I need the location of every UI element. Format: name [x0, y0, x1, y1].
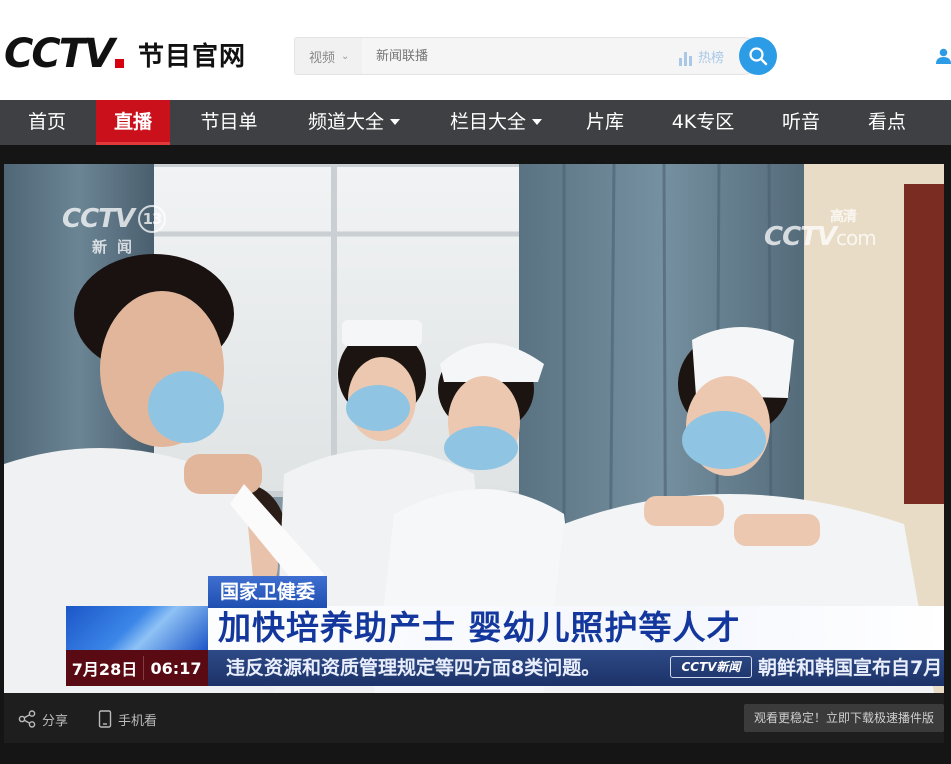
nav-item-library[interactable]: 片库 [574, 100, 636, 145]
logo-text: CCTV [4, 31, 115, 77]
site-header: CCTV 节目官网 视频 ⌄ 热榜 [0, 0, 951, 100]
ticker-text: 违反资源和资质管理规定等四方面8类问题。 [226, 657, 601, 679]
caption-organization: 国家卫健委 [208, 576, 328, 608]
search-category-select[interactable]: 视频 ⌄ [294, 37, 362, 75]
nav-item-schedule[interactable]: 节目单 [186, 100, 272, 145]
search-bar: 视频 ⌄ 热榜 [294, 37, 777, 75]
main-nav: 首页 直播 节目单 频道大全 栏目大全 片库 4K专区 听音 看点 [0, 100, 951, 145]
phone-icon [98, 710, 112, 728]
hot-list-link[interactable]: 热榜 [679, 47, 724, 66]
nav-item-highlights[interactable]: 看点 [856, 100, 918, 145]
caption-decoration [66, 606, 208, 650]
ticker-logo: CCTV新闻 [670, 656, 752, 678]
ticker-datetime: 7月28日 06:17 [66, 650, 208, 686]
ticker-time: 06:17 [150, 658, 202, 678]
nav-item-columns[interactable]: 栏目大全 [434, 100, 558, 145]
chevron-down-icon: ⌄ [341, 50, 350, 62]
nav-item-home[interactable]: 首页 [0, 100, 94, 145]
channel-watermark: CCTV 13 新闻 [62, 204, 167, 257]
user-icon[interactable] [936, 48, 951, 64]
player-bottom-bar: 分享 手机看 观看更稳定！立即下载极速播件版 [4, 693, 944, 743]
mobile-watch-label: 手机看 [118, 713, 158, 729]
search-icon [749, 47, 768, 66]
nav-item-audio[interactable]: 听音 [770, 100, 832, 145]
logo-subtitle: 节目官网 [137, 41, 246, 72]
dropdown-caret-icon [390, 118, 400, 125]
hot-list-label: 热榜 [698, 51, 725, 66]
nav-item-4k[interactable]: 4K专区 [660, 100, 746, 145]
cctv-logo[interactable]: CCTV 节目官网 [4, 31, 246, 77]
nav-item-channels[interactable]: 频道大全 [292, 100, 416, 145]
nav-item-live[interactable]: 直播 [96, 100, 170, 145]
download-client-promo[interactable]: 观看更稳定！立即下载极速播件版 [744, 704, 944, 732]
share-button[interactable]: 分享 [18, 709, 68, 729]
bar-chart-icon [679, 50, 692, 66]
share-label: 分享 [42, 713, 69, 729]
search-button[interactable] [739, 37, 777, 75]
ticker-date: 7月28日 [66, 656, 144, 680]
video-player[interactable]: CCTV 13 新闻 CCTVcom 高清 国家卫健委 加快培养助产士 婴幼儿照护… [4, 164, 944, 693]
caption-headline: 加快培养助产士 婴幼儿照护等人才 [218, 608, 741, 647]
share-icon [18, 710, 36, 728]
mobile-watch-button[interactable]: 手机看 [98, 709, 157, 729]
ticker-text-next: 朝鲜和韩国宣布自7月 [758, 657, 943, 679]
logo-red-dot [114, 58, 124, 68]
dropdown-caret-icon [532, 118, 542, 125]
cctv-com-watermark: CCTVcom 高清 [764, 209, 877, 252]
search-category-label: 视频 [309, 50, 336, 66]
